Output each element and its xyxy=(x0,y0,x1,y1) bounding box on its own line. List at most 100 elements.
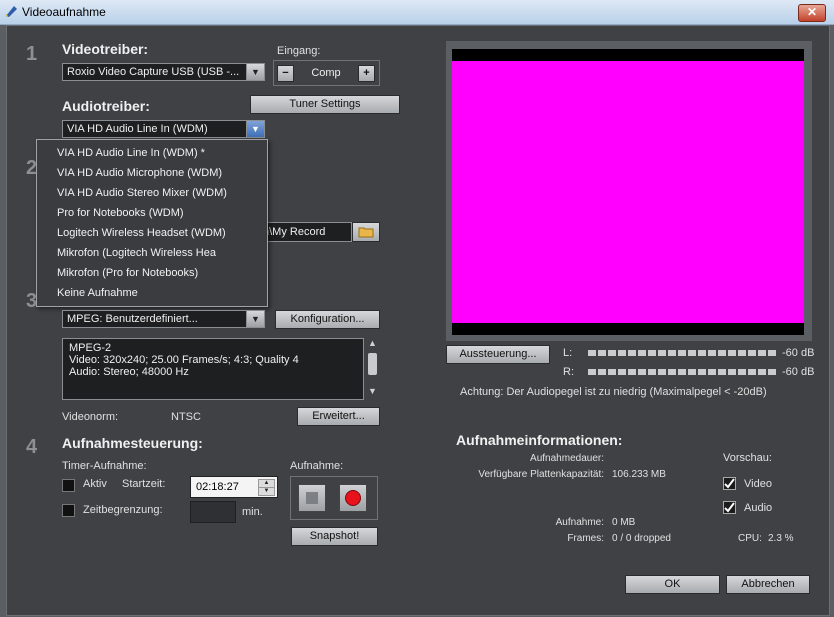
preview-image xyxy=(452,61,804,323)
dropdown-item[interactable]: Keine Aufnahme xyxy=(57,283,262,303)
input-stepper: − Comp + xyxy=(273,60,380,86)
vu-segment xyxy=(718,350,726,356)
vu-segment xyxy=(628,369,636,375)
vu-segment xyxy=(748,350,756,356)
left-db-value: -60 dB xyxy=(782,347,815,359)
vu-segment xyxy=(708,369,716,375)
record-path-field[interactable]: n\My Record xyxy=(262,222,352,242)
stop-icon xyxy=(306,492,318,504)
vu-segment xyxy=(658,369,666,375)
record-controls xyxy=(290,476,378,520)
video-driver-value: Roxio Video Capture USB (USB -... xyxy=(67,66,240,78)
info-scrollbar[interactable]: ▲ ▼ xyxy=(366,338,380,400)
vu-segment xyxy=(668,369,676,375)
dropdown-item[interactable]: VIA HD Audio Stereo Mixer (WDM) xyxy=(57,183,262,203)
vu-segment xyxy=(768,350,776,356)
vu-segment xyxy=(588,350,596,356)
snapshot-button[interactable]: Snapshot! xyxy=(291,527,378,546)
format-info-line: Video: 320x240; 25.00 Frames/s; 4:3; Qua… xyxy=(69,354,299,366)
preview-screen xyxy=(452,49,804,335)
input-plus-button[interactable]: + xyxy=(358,65,375,82)
dropdown-item[interactable]: VIA HD Audio Line In (WDM) * xyxy=(57,143,262,163)
vu-segment xyxy=(628,350,636,356)
vu-segment xyxy=(638,369,646,375)
chevron-down-icon[interactable]: ▼ xyxy=(246,311,264,327)
ok-button[interactable]: OK xyxy=(625,575,720,594)
frames-value: 0 / 0 dropped xyxy=(612,533,671,544)
videonorm-label: Videonorm: xyxy=(62,411,119,423)
input-label: Eingang: xyxy=(277,45,321,57)
vu-segment xyxy=(598,350,606,356)
input-minus-button[interactable]: − xyxy=(277,65,294,82)
audio-level-warning: Achtung: Der Audiopegel ist zu niedrig (… xyxy=(460,386,767,398)
video-driver-select[interactable]: Roxio Video Capture USB (USB -... ▼ xyxy=(62,63,265,81)
start-time-spinner[interactable]: 02:18:27 ▲ ▼ xyxy=(190,476,278,498)
video-driver-heading: Videotreiber: xyxy=(62,41,149,57)
time-limit-checkbox[interactable] xyxy=(62,504,75,517)
extended-button[interactable]: Erweitert... xyxy=(297,407,380,426)
configuration-button[interactable]: Konfiguration... xyxy=(275,310,380,329)
tuner-settings-button[interactable]: Tuner Settings xyxy=(250,95,400,114)
vu-segment xyxy=(658,350,666,356)
level-control-button[interactable]: Aussteuerung... xyxy=(446,345,550,364)
spin-down-icon[interactable]: ▼ xyxy=(258,487,275,496)
vu-segment xyxy=(668,350,676,356)
dropdown-item[interactable]: Pro for Notebooks (WDM) xyxy=(57,203,262,223)
active-checkbox[interactable] xyxy=(62,479,75,492)
dropdown-item[interactable]: Logitech Wireless Headset (WDM) xyxy=(57,223,262,243)
dropdown-item[interactable]: Mikrofon (Pro for Notebooks) xyxy=(57,263,262,283)
vu-segment xyxy=(608,350,616,356)
vu-segment xyxy=(768,369,776,375)
start-time-value[interactable]: 02:18:27 xyxy=(196,481,239,493)
preview-audio-label: Audio xyxy=(744,502,773,514)
record-button[interactable] xyxy=(339,484,367,512)
chevron-down-icon[interactable]: ▼ xyxy=(246,121,264,137)
left-channel-label: L: xyxy=(563,347,573,359)
cancel-button[interactable]: Abbrechen xyxy=(726,575,810,594)
audio-driver-value: VIA HD Audio Line In (WDM) xyxy=(67,123,208,135)
timer-recording-label: Timer-Aufnahme: xyxy=(62,460,147,472)
dropdown-item[interactable]: VIA HD Audio Microphone (WDM) xyxy=(57,163,262,183)
close-button[interactable]: ✕ xyxy=(798,4,826,22)
step-number-4: 4 xyxy=(26,436,38,458)
disk-capacity-label: Verfügbare Plattenkapazität: xyxy=(478,469,604,480)
vu-segment xyxy=(648,350,656,356)
format-select[interactable]: MPEG: Benutzerdefiniert... ▼ xyxy=(62,310,265,328)
time-limit-field[interactable] xyxy=(190,501,236,523)
stop-button[interactable] xyxy=(298,484,326,512)
audio-driver-dropdown: VIA HD Audio Line In (WDM) * VIA HD Audi… xyxy=(36,139,268,307)
vu-segment xyxy=(618,369,626,375)
start-time-label: Startzeit: xyxy=(122,478,166,490)
audio-driver-select[interactable]: VIA HD Audio Line In (WDM) ▼ xyxy=(62,120,265,138)
scroll-down-icon[interactable]: ▼ xyxy=(368,386,377,396)
vu-segment xyxy=(708,350,716,356)
recording-size-value: 0 MB xyxy=(612,517,636,528)
active-label: Aktiv xyxy=(83,478,107,490)
checkmark-icon xyxy=(724,502,735,513)
folder-icon xyxy=(358,227,374,238)
preview-options-heading: Vorschau: xyxy=(723,452,772,464)
cpu-label: CPU: xyxy=(738,533,762,544)
audio-driver-heading: Audiotreiber: xyxy=(62,98,150,114)
right-db-value: -60 dB xyxy=(782,366,815,378)
scroll-thumb[interactable] xyxy=(368,353,377,375)
vu-segment xyxy=(758,350,766,356)
dropdown-item[interactable]: Mikrofon (Logitech Wireless Hea xyxy=(57,243,262,263)
vu-segment xyxy=(638,350,646,356)
vu-segment xyxy=(688,369,696,375)
vu-segment xyxy=(718,369,726,375)
preview-audio-checkbox[interactable] xyxy=(723,501,736,514)
time-limit-label: Zeitbegrenzung: xyxy=(83,504,163,516)
recording-control-heading: Aufnahmesteuerung: xyxy=(62,435,203,451)
scroll-up-icon[interactable]: ▲ xyxy=(368,338,377,348)
cpu-value: 2.3 % xyxy=(768,533,794,544)
vu-segment xyxy=(588,369,596,375)
chevron-down-icon[interactable]: ▼ xyxy=(246,64,264,80)
preview-video-checkbox[interactable] xyxy=(723,477,736,490)
app-icon xyxy=(5,6,17,17)
browse-folder-button[interactable] xyxy=(352,222,380,242)
format-value: MPEG: Benutzerdefiniert... xyxy=(67,313,198,325)
vu-segment xyxy=(688,350,696,356)
right-vu-meter xyxy=(588,369,776,375)
vu-segment xyxy=(678,369,686,375)
